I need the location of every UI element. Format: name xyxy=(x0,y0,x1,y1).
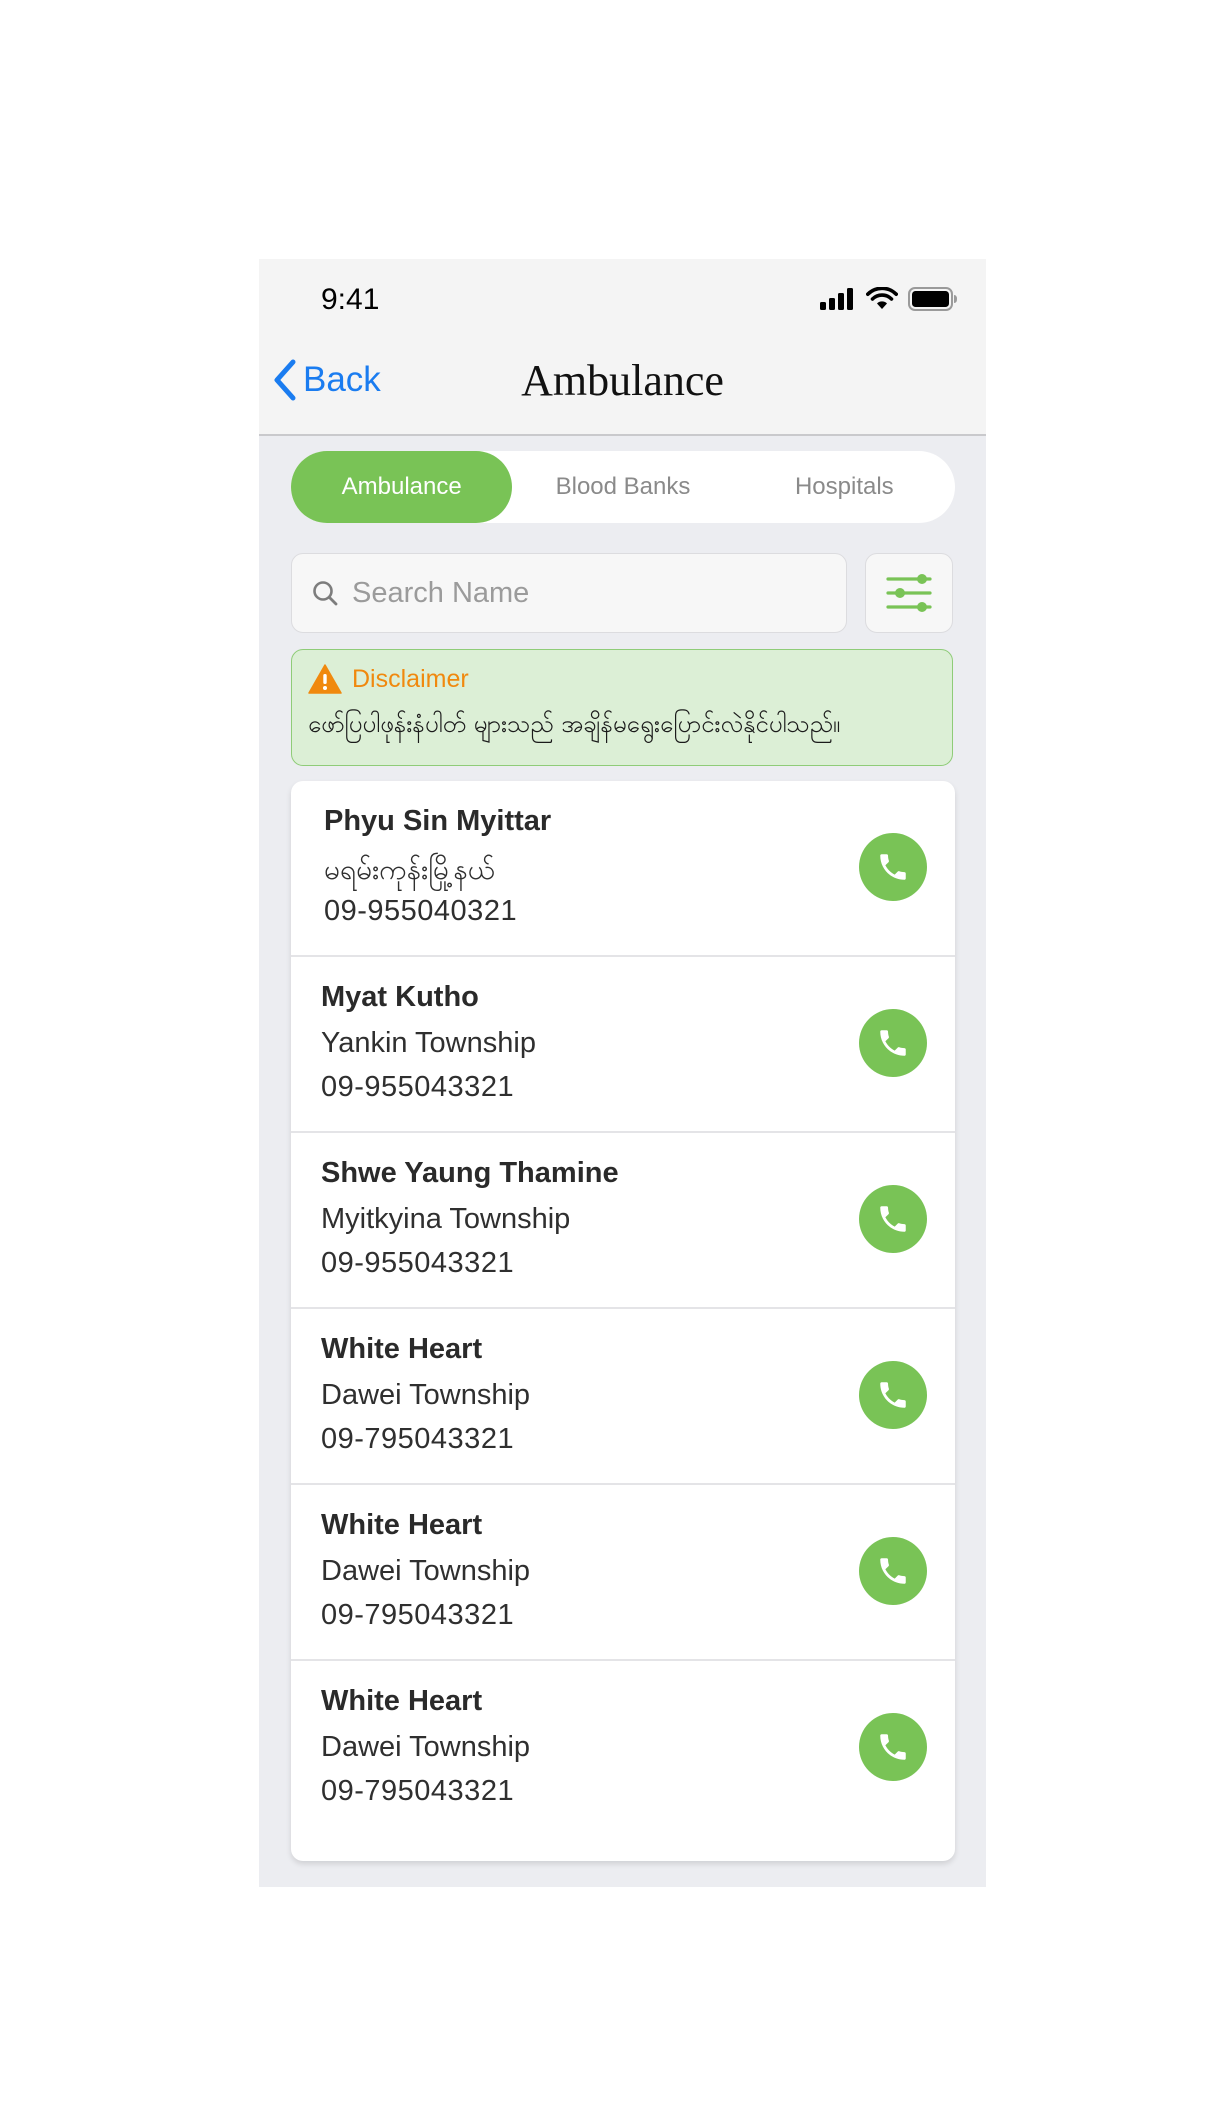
search-icon xyxy=(313,581,338,606)
tab-blood-banks[interactable]: Blood Banks xyxy=(512,451,733,523)
phone-icon xyxy=(880,1734,906,1760)
contact-phone: 09-955040321 xyxy=(324,895,518,927)
phone-icon xyxy=(880,1382,906,1408)
contact-area: မရမ်းကုန်းမြို့နယ် xyxy=(324,853,495,886)
warning-icon xyxy=(308,664,342,694)
contact-name: Myat Kutho xyxy=(321,981,479,1013)
wifi-icon xyxy=(866,287,898,309)
phone-icon xyxy=(880,1030,906,1056)
tab-ambulance[interactable]: Ambulance xyxy=(291,451,513,523)
battery-icon xyxy=(908,287,957,311)
contact-area: Dawei Township xyxy=(321,1731,531,1763)
disclaimer-banner: Disclaimer ဖော်ပြပါဖုန်းနံပါတ် များသည် အ… xyxy=(291,649,953,766)
category-tabs: Ambulance Blood Banks Hospitals xyxy=(291,451,955,523)
contact-area: Dawei Township xyxy=(321,1555,531,1587)
call-button[interactable] xyxy=(859,1009,927,1077)
call-button[interactable] xyxy=(859,1537,927,1605)
list-item: White Heart Dawei Township 09-795043321 xyxy=(291,1485,955,1661)
contact-area: Myitkyina Township xyxy=(321,1203,571,1235)
contact-phone: 09-955043321 xyxy=(321,1071,515,1103)
search-input[interactable] xyxy=(350,575,830,611)
phone-icon xyxy=(880,854,906,880)
contact-area: Dawei Township xyxy=(321,1379,531,1411)
cellular-signal-icon xyxy=(820,288,853,310)
status-time: 9:41 xyxy=(321,283,380,316)
phone-icon xyxy=(880,1206,906,1232)
tab-hospitals[interactable]: Hospitals xyxy=(734,451,955,523)
phone-icon xyxy=(880,1558,906,1584)
call-button[interactable] xyxy=(859,833,927,901)
filter-button[interactable] xyxy=(865,553,953,633)
app-screen: 9:41 Back Ambulance Ambulance Blood Bank… xyxy=(259,259,986,1887)
navigation-bar: 9:41 Back Ambulance xyxy=(259,259,986,436)
contact-phone: 09-795043321 xyxy=(321,1423,515,1455)
contact-name: White Heart xyxy=(321,1685,483,1717)
list-item: White Heart Dawei Township 09-795043321 xyxy=(291,1309,955,1485)
contact-name: White Heart xyxy=(321,1509,483,1541)
contact-name: White Heart xyxy=(321,1333,483,1365)
contact-phone: 09-955043321 xyxy=(321,1247,515,1279)
filter-sliders-icon xyxy=(886,574,932,612)
search-field xyxy=(291,553,847,633)
call-button[interactable] xyxy=(859,1185,927,1253)
disclaimer-title: Disclaimer xyxy=(352,664,469,693)
list-item: Phyu Sin Myittar မရမ်းကုန်းမြို့နယ် 09-9… xyxy=(291,781,955,957)
disclaimer-header: Disclaimer xyxy=(308,664,936,694)
ambulance-list: Phyu Sin Myittar မရမ်းကုန်းမြို့နယ် 09-9… xyxy=(291,781,955,1861)
call-button[interactable] xyxy=(859,1361,927,1429)
contact-phone: 09-795043321 xyxy=(321,1599,515,1631)
page-title: Ambulance xyxy=(521,356,724,405)
list-item: White Heart Dawei Township 09-795043321 xyxy=(291,1661,955,1861)
list-item: Shwe Yaung Thamine Myitkyina Township 09… xyxy=(291,1133,955,1309)
contact-name: Phyu Sin Myittar xyxy=(324,805,552,837)
list-item: Myat Kutho Yankin Township 09-955043321 xyxy=(291,957,955,1133)
contact-area: Yankin Township xyxy=(321,1027,536,1059)
call-button[interactable] xyxy=(859,1713,927,1781)
contact-phone: 09-795043321 xyxy=(321,1775,515,1807)
contact-name: Shwe Yaung Thamine xyxy=(321,1157,619,1189)
status-icons xyxy=(820,287,958,311)
disclaimer-text: ဖော်ပြပါဖုန်းနံပါတ် များသည် အချိန်မရွေးပ… xyxy=(308,710,841,738)
